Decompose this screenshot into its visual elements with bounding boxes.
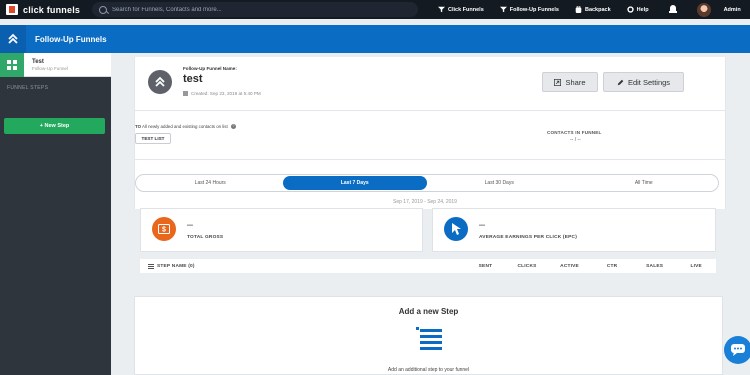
add-step-subtitle: Add an additional step to your funnel	[387, 367, 470, 373]
col-active: ACTIVE	[560, 263, 579, 269]
nav-label: Help	[636, 6, 649, 13]
total-gross-card: $ --- TOTAL GROSS	[140, 208, 423, 252]
gear-icon	[627, 6, 634, 13]
nav-label: Follow-Up Funnels	[509, 6, 559, 13]
sidebar-funnel-header[interactable]: Test Follow-Up Funnel	[0, 52, 111, 77]
list-tag[interactable]: TEST LIST	[135, 133, 171, 144]
collapse-toggle[interactable]	[0, 25, 26, 53]
brand-name: click funnels	[23, 4, 81, 15]
add-step-card[interactable]: Add a new Step Add an additional step to…	[134, 296, 723, 375]
tab-last-30-days[interactable]: Last 30 Days	[427, 176, 572, 190]
created-date: Created: Sep 23, 2019 at 5:40 PM	[183, 91, 261, 96]
col-ctr: CTR	[606, 263, 618, 269]
page-header: Follow-Up Funnels	[0, 25, 750, 53]
nav-label: Backpack	[584, 6, 611, 13]
logo-icon	[6, 4, 18, 15]
divider	[135, 159, 725, 160]
steps-stack-icon	[416, 327, 442, 350]
tab-all-time[interactable]: All Time	[572, 176, 717, 190]
col-clicks: CLICKS	[517, 263, 537, 269]
help-icon[interactable]: ?	[230, 124, 236, 130]
sidebar-funnel-name: Test	[32, 58, 44, 65]
edit-settings-label: Edit Settings	[627, 77, 671, 87]
step-name-header: STEP NAME (0)	[148, 263, 465, 269]
sidebar-funnel-type: Follow-Up Funnel	[32, 65, 68, 71]
funnel-name-label: Follow-Up Funnel Name:	[183, 66, 237, 71]
share-label: Share	[565, 77, 586, 87]
edit-settings-button[interactable]: Edit Settings	[603, 72, 684, 92]
share-button[interactable]: Share	[542, 72, 598, 92]
search-icon	[99, 5, 107, 14]
created-text: Created: Sep 23, 2019 at 5:40 PM	[191, 91, 261, 96]
cursor-icon	[444, 217, 468, 241]
top-nav: Click Funnels Follow-Up Funnels Backpack…	[438, 2, 741, 17]
sidebar: Test Follow-Up Funnel FUNNEL STEPS + New…	[0, 52, 111, 375]
step-name-label: STEP NAME (0)	[157, 263, 195, 269]
dashboard-grid-icon	[0, 52, 24, 77]
list-icon	[148, 263, 154, 269]
funnel-icon	[438, 6, 445, 13]
top-navbar: click funnels Click Funnels Follow-Up Fu…	[0, 0, 750, 19]
bell-icon[interactable]	[668, 5, 677, 14]
search-bar[interactable]	[92, 2, 418, 17]
divider	[135, 110, 725, 111]
svg-text:$: $	[162, 227, 166, 234]
pencil-icon	[617, 79, 624, 85]
funnel-name: test	[183, 73, 203, 85]
funnel-info-card: Follow-Up Funnel Name: test Created: Sep…	[134, 57, 726, 209]
col-sales: SALES	[646, 263, 664, 269]
funnel-badge-icon	[148, 70, 172, 94]
total-gross-value: ---	[187, 223, 193, 229]
to-prefix: TO	[135, 124, 142, 129]
col-live: LIVE	[690, 263, 702, 269]
to-text: All newly added and existing contacts on…	[142, 124, 228, 129]
double-chevron-up-icon	[8, 33, 18, 44]
nav-help[interactable]: Help	[627, 6, 649, 13]
epc-card: --- AVERAGE EARNINGS PER CLICK (EPC)	[432, 208, 716, 252]
chat-icon[interactable]	[724, 336, 750, 364]
main-content: Follow-Up Funnel Name: test Created: Sep…	[111, 53, 750, 375]
follow-up-icon	[499, 6, 507, 13]
tab-last-7-days[interactable]: Last 7 Days	[282, 176, 427, 190]
epc-value: ---	[479, 223, 485, 229]
page-title: Follow-Up Funnels	[35, 34, 107, 44]
dollar-icon: $	[152, 217, 176, 241]
col-sent: SENT	[478, 263, 493, 269]
add-step-title: Add a new Step	[398, 307, 459, 316]
search-input[interactable]	[112, 6, 412, 13]
sidebar-funnel-title: Test Follow-Up Funnel	[32, 59, 68, 71]
date-range-text: Sep 17, 2019 - Sep 24, 2019	[393, 199, 457, 205]
contacts-in-funnel-label: CONTACTS IN FUNNEL	[547, 130, 602, 135]
nav-label: Click Funnels	[448, 6, 484, 13]
calendar-icon	[183, 91, 188, 96]
new-step-button[interactable]: + New Step	[4, 118, 105, 134]
share-icon	[554, 78, 562, 86]
date-range-tabs: Last 24 Hours Last 7 Days Last 30 Days A…	[135, 174, 719, 192]
epc-label: AVERAGE EARNINGS PER CLICK (EPC)	[479, 235, 577, 240]
nav-click-funnels[interactable]: Click Funnels	[438, 6, 484, 13]
nav-backpack[interactable]: Backpack	[575, 6, 611, 13]
clickfunnels-logo[interactable]: click funnels	[6, 4, 88, 15]
user-name[interactable]: Admin	[724, 7, 741, 13]
backpack-icon	[575, 6, 582, 13]
funnel-steps-label: FUNNEL STEPS	[7, 85, 49, 91]
nav-follow-up-funnels[interactable]: Follow-Up Funnels	[499, 6, 559, 13]
avatar[interactable]	[696, 2, 711, 17]
contacts-in-funnel-value: -- / --	[570, 137, 581, 143]
steps-table-header: STEP NAME (0) SENT CLICKS ACTIVE CTR SAL…	[140, 259, 716, 273]
tab-last-24-hours[interactable]: Last 24 Hours	[138, 176, 283, 190]
to-list-description: TO All newly added and existing contacts…	[135, 124, 236, 130]
total-gross-label: TOTAL GROSS	[187, 235, 224, 240]
